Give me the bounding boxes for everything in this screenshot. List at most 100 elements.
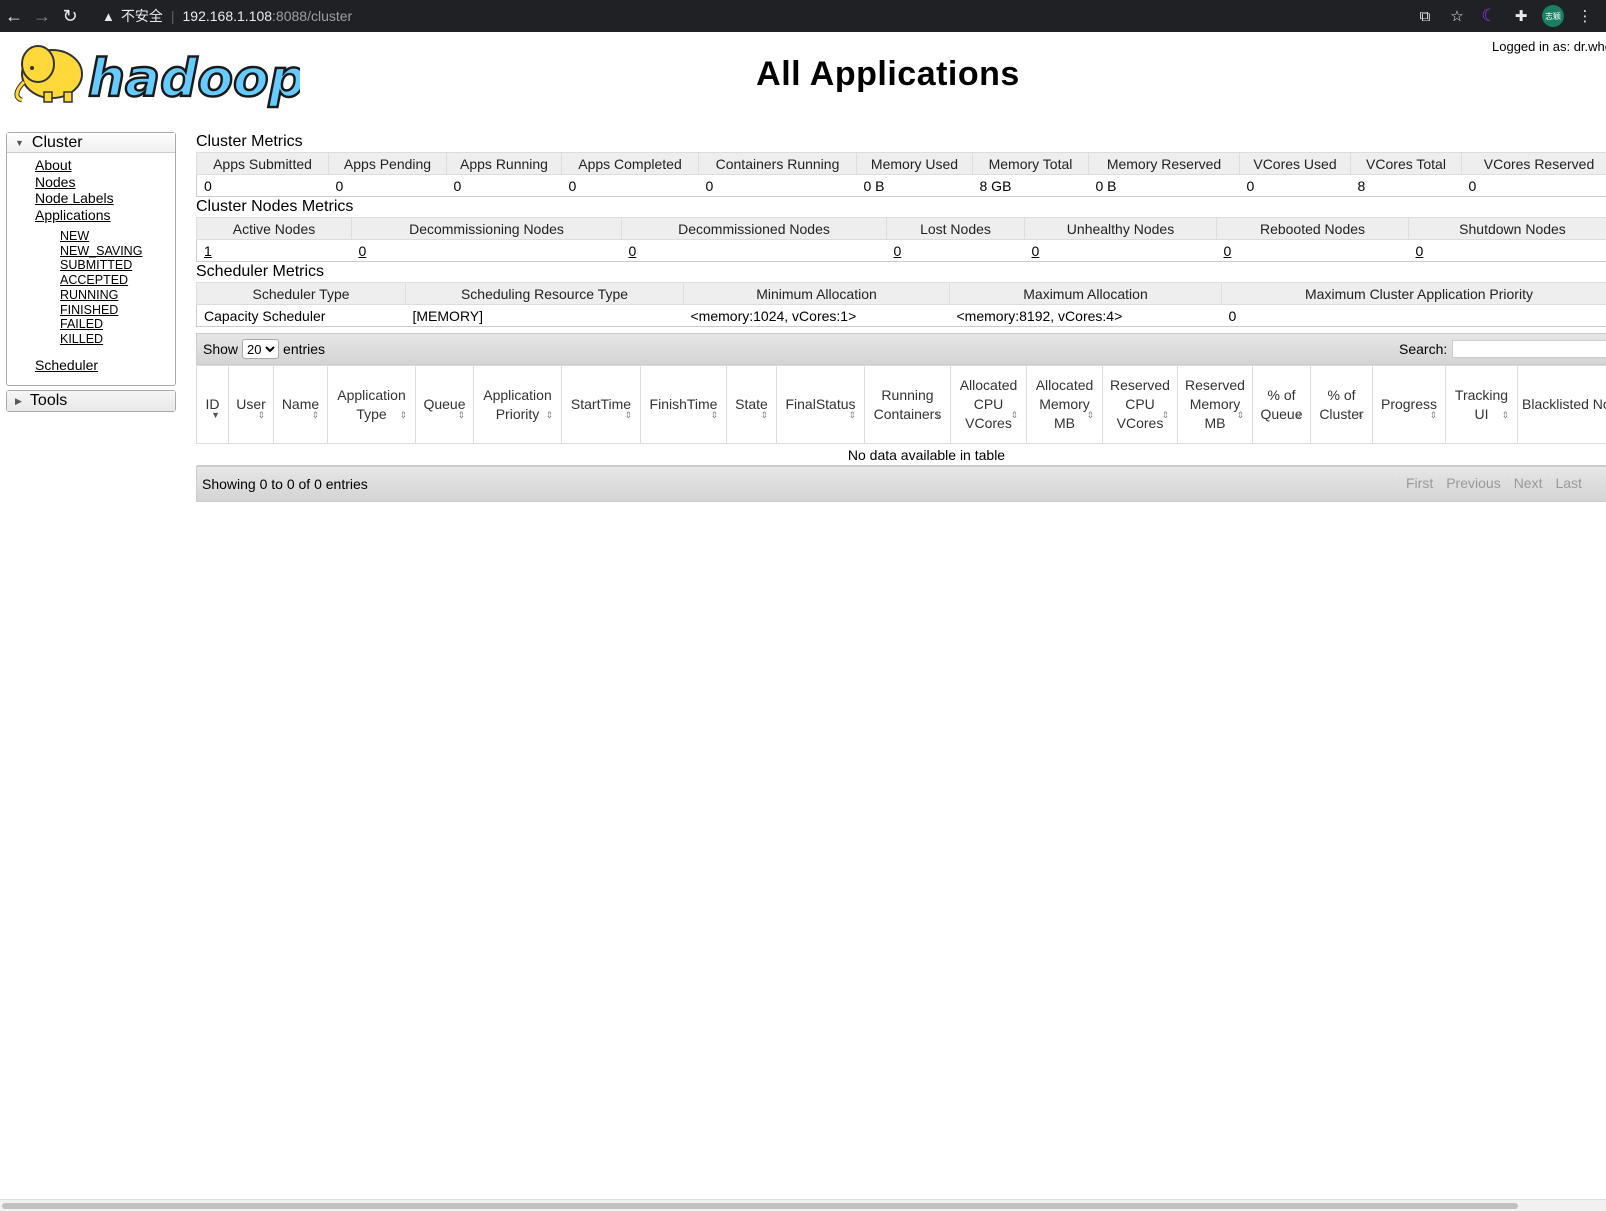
metric-header: Shutdown Nodes: [1408, 217, 1606, 240]
column-header[interactable]: Name ⇕: [273, 365, 328, 444]
metric-value: 0 B: [1088, 174, 1240, 197]
nav-link-node-labels[interactable]: Node Labels: [35, 190, 175, 207]
sort-icon: ⇕: [1161, 410, 1169, 420]
column-header[interactable]: FinishTime ⇕: [640, 365, 727, 444]
sort-icon: ⇕: [1086, 410, 1094, 420]
metric-value: <memory:1024, vCores:1>: [683, 304, 950, 327]
column-header-label: Allocated Memory MB: [1035, 377, 1094, 431]
column-header[interactable]: State ⇕: [726, 365, 777, 444]
column-header[interactable]: Blacklisted Nodes: [1517, 365, 1606, 444]
moon-icon[interactable]: ☾: [1478, 3, 1500, 29]
table-info: Showing 0 to 0 of 0 entries: [202, 476, 368, 492]
tools-panel-header[interactable]: ▶ Tools: [7, 391, 175, 412]
page-size-select[interactable]: 20: [242, 339, 280, 359]
column-header[interactable]: Application Type ⇕: [327, 365, 416, 444]
decommissioned-nodes-link[interactable]: 0: [629, 243, 637, 259]
column-header[interactable]: % of Cluster ⇕: [1310, 365, 1373, 444]
column-header[interactable]: Reserved CPU VCores ⇕: [1102, 365, 1178, 444]
column-header[interactable]: User ⇕: [228, 365, 274, 444]
column-header-label: Allocated CPU VCores: [959, 377, 1018, 431]
column-header[interactable]: Progress ⇕: [1372, 365, 1446, 444]
metric-header: Containers Running: [698, 152, 857, 175]
reload-icon[interactable]: ↻: [56, 3, 84, 29]
metric-header: Minimum Allocation: [683, 282, 950, 305]
scrollbar-thumb[interactable]: [2, 1203, 1518, 1209]
horizontal-scrollbar[interactable]: [0, 1199, 1606, 1211]
column-header-id[interactable]: ID ▼: [196, 365, 229, 444]
scheduler-metrics-title: Scheduler Metrics: [196, 263, 325, 280]
app-state-link[interactable]: FAILED: [60, 317, 175, 332]
back-icon[interactable]: ←: [0, 3, 28, 29]
metric-header: VCores Reserved: [1461, 152, 1606, 175]
app-state-link[interactable]: ACCEPTED: [60, 273, 175, 288]
nodes-metrics-table: Active Nodes Decommissioning Nodes Decom…: [196, 217, 1606, 262]
column-header[interactable]: Allocated Memory MB ⇕: [1026, 365, 1103, 444]
column-header[interactable]: Reserved Memory MB ⇕: [1177, 365, 1253, 444]
sort-icon: ⇕: [760, 410, 768, 420]
extensions-icon[interactable]: ✚: [1510, 3, 1532, 29]
column-header[interactable]: FinalStatus ⇕: [776, 365, 865, 444]
app-state-link[interactable]: KILLED: [60, 332, 175, 347]
expanded-triangle-icon: ▼: [15, 137, 24, 148]
insecure-label[interactable]: 不安全: [121, 6, 163, 26]
menu-icon[interactable]: ⋮: [1574, 3, 1596, 29]
nav-link-about[interactable]: About: [35, 157, 175, 174]
translate-icon[interactable]: ⧉: [1414, 3, 1436, 29]
app-state-link[interactable]: SUBMITTED: [60, 258, 175, 273]
table-row: Capacity Scheduler [MEMORY] <memory:1024…: [196, 304, 1606, 327]
pager-last-button[interactable]: Last: [1548, 475, 1587, 491]
nav-link-scheduler[interactable]: Scheduler: [35, 357, 175, 374]
column-header[interactable]: Allocated CPU VCores ⇕: [950, 365, 1027, 444]
app-state-link[interactable]: NEW_SAVING: [60, 244, 175, 259]
column-header-label: Blacklisted Nodes: [1522, 396, 1606, 412]
logged-in-label: Logged in as: dr.who: [1492, 39, 1606, 54]
forward-icon[interactable]: →: [28, 3, 56, 29]
column-header[interactable]: % of Queue ⇕: [1252, 365, 1311, 444]
metric-header: Apps Pending: [328, 152, 447, 175]
address-bar[interactable]: ▲ 不安全 | 192.168.1.108 :8088/cluster: [90, 2, 1390, 30]
app-state-link[interactable]: RUNNING: [60, 288, 175, 303]
table-row: 0 0 0 0 0 0 B 8 GB 0 B 0 8 0: [196, 174, 1606, 197]
nav-link-nodes[interactable]: Nodes: [35, 174, 175, 191]
metric-value: 8: [1350, 174, 1462, 197]
search-input[interactable]: [1452, 340, 1606, 358]
metric-value: 0: [1461, 174, 1606, 197]
column-header-label: FinishTime: [649, 396, 718, 412]
column-header-label: Tracking UI: [1454, 386, 1509, 422]
app-state-link[interactable]: NEW: [60, 229, 175, 244]
rebooted-nodes-link[interactable]: 0: [1224, 243, 1232, 259]
column-header[interactable]: Running Containers ⇕: [864, 365, 951, 444]
metric-value: 0: [698, 174, 857, 197]
sidebar: ▼ Cluster About Nodes Node Labels Applic…: [6, 132, 176, 413]
pagination: First Previous Next Last: [1399, 475, 1588, 491]
scheduler-metrics-table: Scheduler Type Scheduling Resource Type …: [196, 282, 1606, 327]
column-header[interactable]: StartTime ⇕: [561, 365, 641, 444]
metric-value: 0: [1239, 174, 1351, 197]
active-nodes-link[interactable]: 1: [204, 243, 212, 259]
column-header-label: Running Containers: [873, 386, 942, 422]
pager-first-button[interactable]: First: [1399, 475, 1439, 491]
pager-previous-button[interactable]: Previous: [1439, 475, 1506, 491]
column-header[interactable]: Tracking UI ⇕: [1445, 365, 1518, 444]
column-header[interactable]: Queue ⇕: [415, 365, 474, 444]
metric-header: Lost Nodes: [886, 217, 1025, 240]
metric-value: 0 B: [856, 174, 973, 197]
star-icon[interactable]: ☆: [1446, 3, 1468, 29]
app-state-link[interactable]: FINISHED: [60, 303, 175, 318]
metric-header: Scheduler Type: [196, 282, 406, 305]
unhealthy-nodes-link[interactable]: 0: [1032, 243, 1040, 259]
warning-icon: ▲: [102, 8, 115, 24]
decommissioning-nodes-link[interactable]: 0: [359, 243, 367, 259]
cluster-panel-header[interactable]: ▼ Cluster: [7, 133, 175, 153]
lost-nodes-link[interactable]: 0: [894, 243, 902, 259]
sort-icon: ⇕: [1010, 410, 1018, 420]
shutdown-nodes-link[interactable]: 0: [1416, 243, 1424, 259]
pager-next-button[interactable]: Next: [1506, 475, 1549, 491]
url-path: :8088/cluster: [272, 8, 353, 24]
metric-value: 0: [1221, 304, 1606, 327]
metric-header: Maximum Allocation: [949, 282, 1222, 305]
profile-avatar[interactable]: 志颖: [1542, 5, 1564, 27]
nav-link-applications[interactable]: Applications: [35, 207, 175, 224]
metric-header: Unhealthy Nodes: [1024, 217, 1217, 240]
column-header[interactable]: Application Priority ⇕: [473, 365, 562, 444]
